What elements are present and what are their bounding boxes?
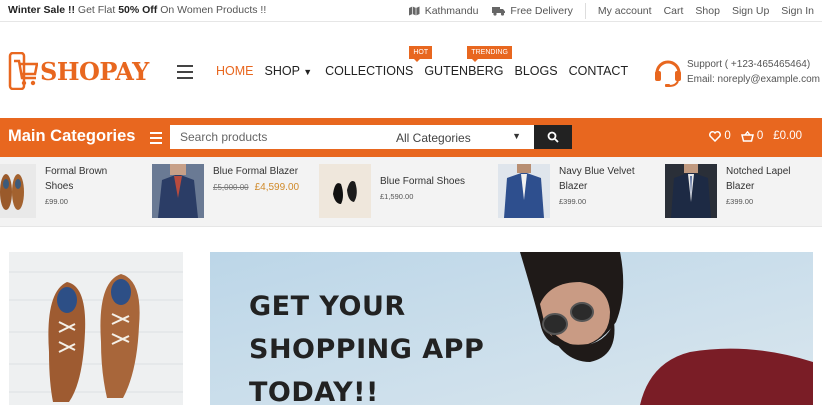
product-name: Blue Formal Shoes [380,176,466,187]
product-image-navy-blazer [498,164,550,218]
product-price: £399.00 [559,197,587,206]
hero-heading: GET YOUR SHOPPING APP TODAY!! [249,285,484,405]
product-item-blue-formal-blazer[interactable]: Blue Formal Blazer £5,000.00 £4,599.00 [152,164,303,218]
product-price: £99.00 [45,197,68,206]
support-info: Support ( +123-465465464) Email: noreply… [652,56,820,88]
product-old-price: £5,000.00 [213,183,249,192]
product-name: Notched Lapel Blazer [726,166,791,192]
product-image-blue-blazer [152,164,204,218]
product-name: Formal Brown Shoes [45,166,108,192]
support-phone: Support ( +123-465465464) [687,59,811,70]
search-input[interactable] [170,125,395,149]
nav-contact[interactable]: CONTACT [569,64,629,78]
trending-badge: TRENDING [467,46,512,62]
main-nav: HOME SHOP ▼ COLLECTIONS HOT TRENDING GUT… [216,46,639,78]
site-logo[interactable]: SHOPAY [8,52,149,90]
nav-blogs[interactable]: BLOGS [515,64,558,78]
nav-gutenberg[interactable]: HOT TRENDING GUTENBERG [409,46,512,78]
product-price: £1,590.00 [380,192,414,201]
truck-icon [492,7,506,16]
sign-in-link[interactable]: Sign In [781,5,814,17]
product-item-blue-formal-shoes[interactable]: Blue Formal Shoes £1,590.00 [319,164,470,218]
shoes-banner-image[interactable] [9,252,183,405]
nav-gutenberg-label: GUTENBERG [424,64,504,78]
shop-link[interactable]: Shop [695,5,720,17]
category-select-value: All Categories [396,131,471,145]
product-image-lapel-blazer [665,164,717,218]
topbar-divider [584,3,586,19]
categories-menu-icon[interactable] [150,132,162,147]
map-icon [408,6,420,16]
shopping-cart-logo-icon [8,52,38,90]
product-item-formal-brown-shoes[interactable]: Formal Brown Shoes £99.00 [0,164,135,218]
location-info: Kathmandu [408,5,479,17]
hero-line-3: TODAY!! [249,377,379,405]
heart-icon [709,130,722,142]
wishlist-button[interactable]: 0 [709,130,731,142]
cart-button[interactable]: 0 [740,130,764,142]
promo-text: Winter Sale !! Get Flat 50% Off On Women… [8,4,266,16]
support-email: Email: noreply@example.com [687,74,820,85]
hero-line-2: SHOPPING APP [249,334,485,365]
product-price: £399.00 [726,197,754,206]
product-name: Blue Formal Blazer [213,166,299,177]
promo-tail: On Women Products !! [160,4,267,16]
basket-icon [740,130,754,142]
sign-up-link[interactable]: Sign Up [732,5,769,17]
promo-bold: Winter Sale !! [8,4,75,16]
caret-down-icon: ▼ [512,131,521,141]
headset-icon [655,60,681,87]
search-button[interactable] [534,125,572,149]
cart-link[interactable]: Cart [664,5,684,17]
nav-shop[interactable]: SHOP ▼ [265,64,313,78]
search-form: All Categories ▼ [170,125,572,149]
product-item-navy-blue-velvet-blazer[interactable]: Navy Blue Velvet Blazer £399.00 [498,164,649,218]
hot-badge: HOT [409,46,433,62]
promo-discount: 50% Off [118,4,158,16]
nav-collections[interactable]: COLLECTIONS [325,64,413,78]
hero-banner[interactable]: GET YOUR SHOPPING APP TODAY!! [210,252,813,405]
category-select[interactable]: All Categories ▼ [396,125,533,149]
top-bar: Winter Sale !! Get Flat 50% Off On Women… [0,0,822,22]
main-categories-title: Main Categories [8,127,136,145]
cart-total[interactable]: £0.00 [773,130,802,142]
site-header: SHOPAY HOME SHOP ▼ COLLECTIONS HOT TREND… [0,22,822,118]
product-image-brown-shoes [0,164,36,218]
brand-name: SHOPAY [40,56,149,86]
chevron-down-icon: ▼ [303,67,313,77]
wishlist-count: 0 [724,130,731,142]
product-item-notched-lapel-blazer[interactable]: Notched Lapel Blazer £399.00 [665,164,816,218]
menu-toggle-icon[interactable] [177,65,193,83]
promo-mid: Get Flat [77,4,116,16]
product-sale-price: £4,599.00 [254,182,300,193]
delivery-text: Free Delivery [510,5,573,17]
nav-shop-label: SHOP [264,64,300,78]
product-strip: Formal Brown Shoes £99.00 Blue Formal Bl… [0,157,822,227]
location-text: Kathmandu [424,5,479,17]
search-icon [547,131,559,143]
category-bar: Main Categories All Categories ▼ 0 0 £0.… [0,118,822,157]
header-cart-icons: 0 0 £0.00 [699,130,802,142]
my-account-link[interactable]: My account [598,5,652,17]
delivery-info: Free Delivery [492,5,573,17]
nav-collections-label: COLLECTIONS [325,64,414,78]
product-image-black-shoes [319,164,371,218]
hero-line-1: GET YOUR [249,291,406,322]
cart-count: 0 [756,130,764,142]
product-name: Navy Blue Velvet Blazer [559,166,635,192]
nav-home[interactable]: HOME [216,64,254,78]
